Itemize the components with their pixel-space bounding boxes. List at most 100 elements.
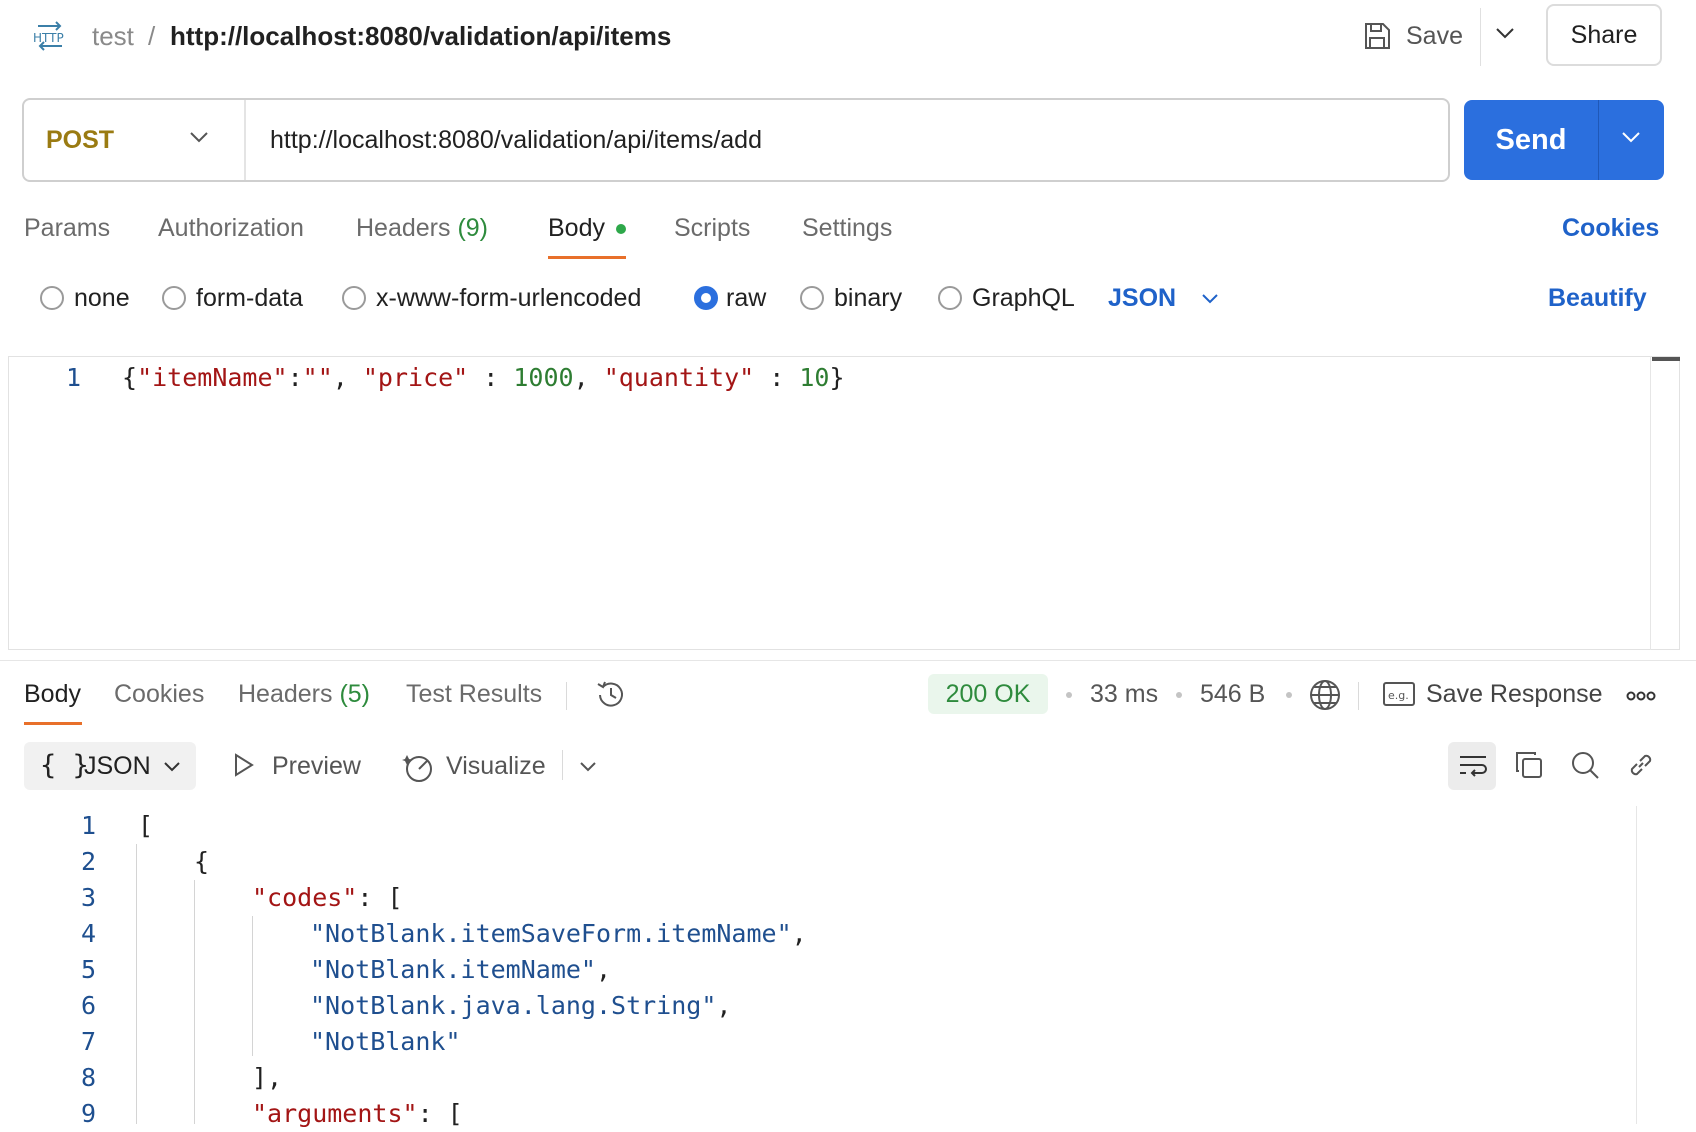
json-key: "itemName" (137, 363, 288, 392)
json-string: "NotBlank.itemName" (310, 955, 596, 984)
radio-urlencoded[interactable] (342, 286, 366, 310)
save-button[interactable]: Save (1362, 14, 1463, 58)
visualize-divider (562, 750, 563, 780)
cookies-link[interactable]: Cookies (1562, 210, 1659, 246)
code-line: ], (252, 1063, 283, 1092)
radio-binary-label[interactable]: binary (834, 280, 902, 316)
json-string: "NotBlank.java.lang.String" (310, 991, 717, 1020)
request-body-code[interactable]: {"itemName":"", "price" : 1000, "quantit… (122, 360, 845, 396)
meta-separator-dot (1066, 692, 1072, 698)
radio-raw[interactable] (694, 286, 718, 310)
response-format-label[interactable]: JSON (84, 748, 151, 784)
radio-form-data-label[interactable]: form-data (196, 280, 303, 316)
globe-icon[interactable] (1308, 678, 1342, 712)
radio-form-data[interactable] (162, 286, 186, 310)
http-request-icon: HTTP (30, 20, 70, 52)
tab-settings[interactable]: Settings (802, 210, 892, 246)
beautify-button[interactable]: Beautify (1548, 280, 1647, 316)
code-brace: } (829, 363, 845, 392)
copy-icon[interactable] (1514, 750, 1544, 780)
send-label[interactable]: Send (1464, 100, 1598, 180)
history-icon[interactable] (594, 678, 628, 712)
save-response-button[interactable]: Save Response (1426, 676, 1603, 712)
response-active-tab-indicator (24, 722, 82, 725)
response-tabs-divider (566, 682, 567, 710)
response-tab-headers[interactable]: Headers (5) (238, 676, 370, 712)
code-separator: , (332, 363, 363, 392)
format-chevron-down-icon[interactable] (162, 760, 182, 773)
visualize-chevron-down-icon[interactable] (578, 760, 598, 773)
save-icon (1362, 21, 1392, 51)
meta-separator-dot (1286, 692, 1292, 698)
tab-params[interactable]: Params (24, 210, 110, 246)
radio-binary[interactable] (800, 286, 824, 310)
editor-scrollbar-thumb[interactable] (1652, 357, 1680, 361)
json-string: "NotBlank.itemSaveForm.itemName" (310, 919, 792, 948)
send-options-chevron-icon[interactable] (1620, 130, 1642, 144)
http-badge-text: HTTP (33, 31, 64, 45)
save-options-chevron-icon[interactable] (1494, 26, 1516, 40)
tab-body[interactable]: Body (548, 210, 605, 246)
more-options-icon[interactable] (1626, 690, 1656, 702)
response-tab-headers-label: Headers (238, 680, 333, 708)
line-number: 2 (80, 847, 96, 876)
radio-none[interactable] (40, 286, 64, 310)
code-line: { (194, 847, 210, 876)
response-tab-headers-count: (5) (339, 680, 371, 708)
radio-graphql-label[interactable]: GraphQL (972, 280, 1075, 316)
line-number: 5 (80, 955, 96, 984)
radio-none-label[interactable]: none (74, 280, 130, 316)
code-line: "arguments": [ (252, 1096, 463, 1132)
preview-button[interactable]: Preview (272, 748, 361, 784)
code-separator: , (573, 363, 604, 392)
line-number: 7 (80, 1027, 96, 1056)
response-scrollbar-track (1636, 806, 1637, 1124)
braces-icon[interactable]: { } (40, 748, 89, 784)
status-badge[interactable]: 200 OK (928, 674, 1048, 714)
tab-scripts[interactable]: Scripts (674, 210, 750, 246)
language-chevron-down-icon[interactable] (1200, 292, 1220, 305)
request-title[interactable]: http://localhost:8080/validation/api/ite… (170, 18, 671, 54)
url-input[interactable] (270, 112, 1420, 168)
indent-guide (194, 880, 195, 1124)
code-line: "NotBlank.java.lang.String", (310, 988, 731, 1024)
share-button[interactable]: Share (1546, 4, 1662, 66)
active-tab-indicator (548, 256, 626, 259)
response-tab-cookies[interactable]: Cookies (114, 676, 204, 712)
tab-headers[interactable]: Headers (9) (356, 210, 488, 246)
visualize-button[interactable]: Visualize (446, 748, 546, 784)
request-response-divider[interactable] (0, 660, 1696, 661)
link-icon[interactable] (1626, 750, 1656, 780)
editor-scrollbar-track (1650, 356, 1651, 650)
method-chevron-down-icon[interactable] (188, 130, 210, 144)
code-punct: : [ (357, 883, 403, 912)
line-number: 6 (80, 991, 96, 1020)
tab-headers-label: Headers (356, 214, 451, 242)
breadcrumb-collection[interactable]: test (92, 18, 134, 54)
radio-raw-label[interactable]: raw (726, 280, 766, 316)
body-language-select[interactable]: JSON (1108, 280, 1176, 316)
radio-graphql[interactable] (938, 286, 962, 310)
response-time[interactable]: 33 ms (1090, 676, 1158, 712)
json-string: "" (302, 363, 333, 392)
response-size[interactable]: 546 B (1200, 676, 1265, 712)
line-number: 8 (80, 1063, 96, 1092)
line-number: 1 (66, 363, 82, 392)
code-line: "codes": [ (252, 880, 403, 916)
example-icon: e.g. (1382, 680, 1416, 708)
request-body-editor[interactable] (8, 356, 1680, 650)
indent-guide (136, 844, 137, 1124)
line-number: 9 (80, 1099, 96, 1128)
indent-guide (252, 916, 253, 1056)
wrap-lines-icon[interactable] (1458, 752, 1488, 780)
code-line: "NotBlank.itemSaveForm.itemName", (310, 916, 807, 952)
method-select[interactable]: POST (46, 110, 114, 170)
tab-authorization[interactable]: Authorization (158, 210, 304, 246)
json-key: "quantity" (603, 363, 755, 392)
radio-urlencoded-label[interactable]: x-www-form-urlencoded (376, 280, 641, 316)
response-tab-body[interactable]: Body (24, 676, 81, 712)
play-icon[interactable] (232, 752, 256, 778)
response-tab-test-results[interactable]: Test Results (406, 676, 542, 712)
search-icon[interactable] (1570, 750, 1600, 780)
visualize-icon[interactable] (402, 750, 436, 784)
